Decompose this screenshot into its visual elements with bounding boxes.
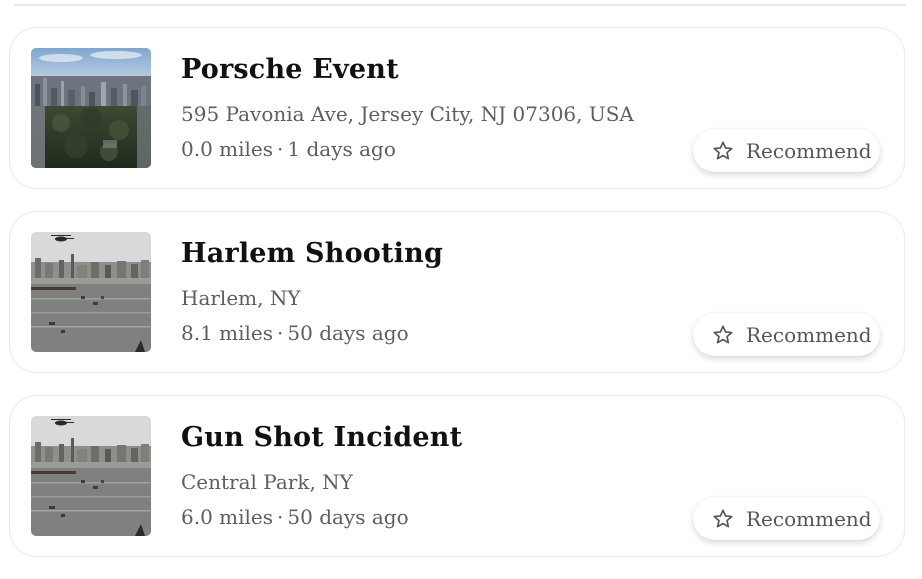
incident-card[interactable]: Porsche Event 595 Pavonia Ave, Jersey Ci… [9,27,905,189]
river-helicopter-image [31,232,151,352]
recommend-label: Recommend [746,506,872,531]
incident-meta: 8.1 miles · 50 days ago [181,321,409,345]
incident-thumbnail [31,232,151,352]
incident-meta: 6.0 miles · 50 days ago [181,505,409,529]
river-helicopter-image [31,416,151,536]
incident-title[interactable]: Porsche Event [181,54,399,85]
star-icon [713,324,733,344]
meta-separator: · [277,137,284,161]
incident-meta: 0.0 miles · 1 days ago [181,137,396,161]
incident-list: Porsche Event 595 Pavonia Ave, Jersey Ci… [9,27,905,579]
recommend-label: Recommend [746,138,872,163]
incident-distance: 8.1 miles [181,321,274,345]
incident-distance: 0.0 miles [181,137,274,161]
recommend-button[interactable]: Recommend [693,497,880,540]
incident-age: 1 days ago [287,137,396,161]
incident-card[interactable]: Harlem Shooting Harlem, NY 8.1 miles · 50 … [9,211,905,373]
meta-separator: · [277,505,284,529]
recommend-label: Recommend [746,322,872,347]
recommend-button[interactable]: Recommend [693,313,880,356]
star-icon [713,140,733,160]
incident-address: 595 Pavonia Ave, Jersey City, NJ 07306, … [181,102,634,126]
meta-separator: · [277,321,284,345]
incident-age: 50 days ago [287,321,409,345]
top-divider [14,4,906,6]
incident-age: 50 days ago [287,505,409,529]
incident-address: Harlem, NY [181,286,301,310]
incident-address: Central Park, NY [181,470,353,494]
incident-distance: 6.0 miles [181,505,274,529]
incident-thumbnail [31,48,151,168]
incident-thumbnail [31,416,151,536]
incident-card[interactable]: Gun Shot Incident Central Park, NY 6.0 m… [9,395,905,557]
recommend-button[interactable]: Recommend [693,129,880,172]
city-aerial-image [31,48,151,168]
incident-title[interactable]: Gun Shot Incident [181,422,462,453]
incident-title[interactable]: Harlem Shooting [181,238,443,269]
star-icon [713,508,733,528]
